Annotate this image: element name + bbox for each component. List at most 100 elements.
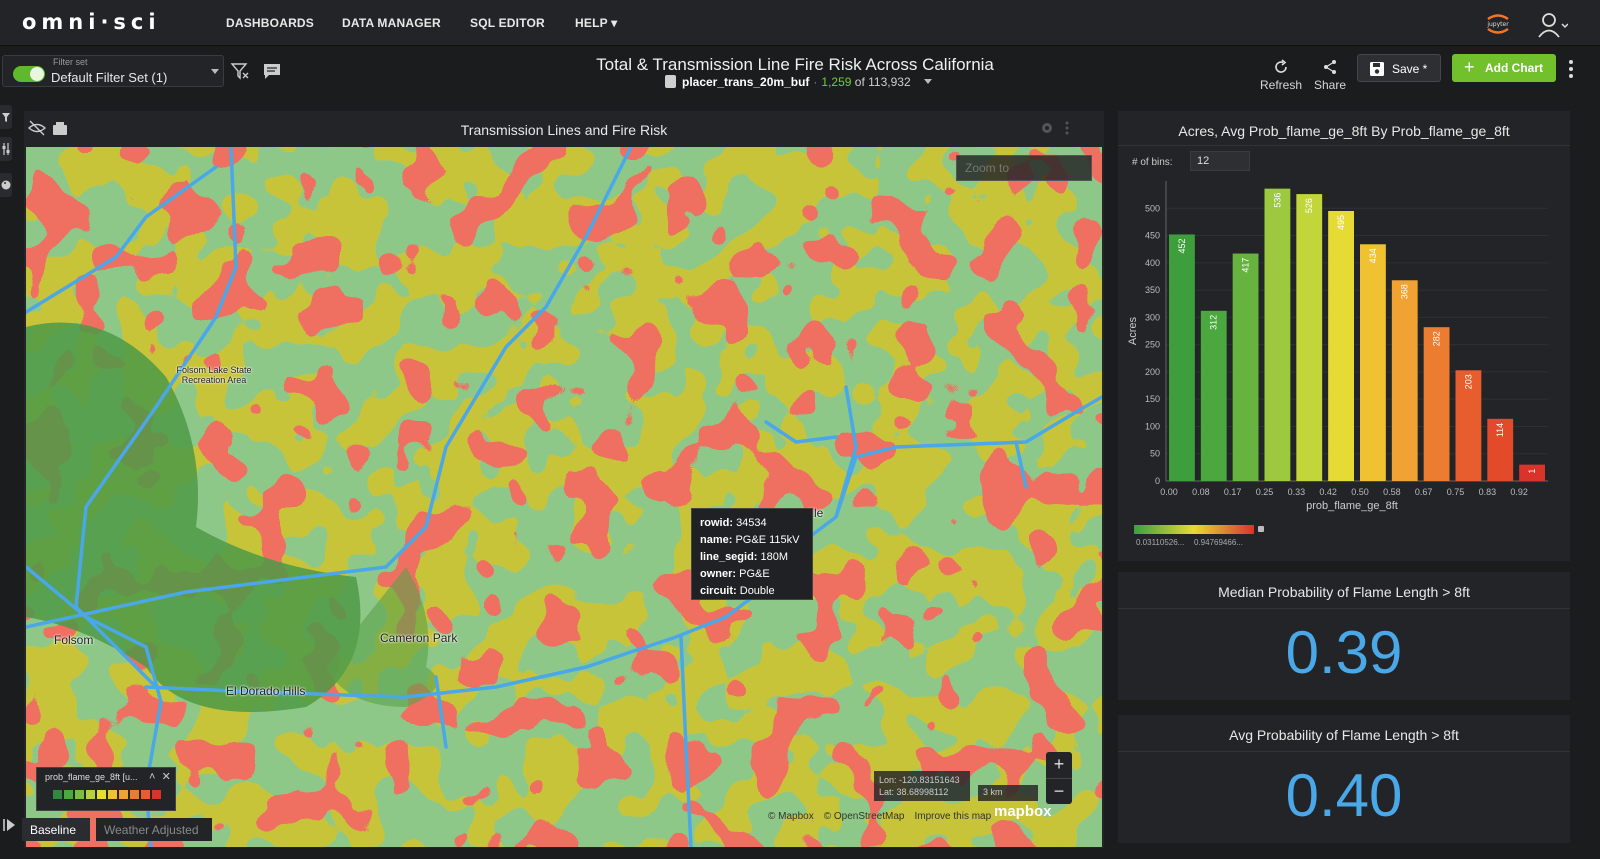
histogram-bar[interactable] <box>1360 244 1386 481</box>
refresh-label: Refresh <box>1260 78 1303 92</box>
tooltip-row-segid: line_segid: 180M <box>700 551 789 563</box>
x-tick-label: 0.17 <box>1224 487 1242 497</box>
tooltip-row-owner: owner: PG&E <box>700 568 770 580</box>
bar-value-label: 368 <box>1400 284 1410 299</box>
omnisci-logo[interactable]: omni·sci <box>22 10 161 34</box>
legend-swatch <box>152 790 161 799</box>
database-icon <box>665 75 676 88</box>
histogram-bar[interactable] <box>1264 188 1291 482</box>
filter-set-toggle[interactable] <box>13 66 45 82</box>
dashboard-title[interactable]: Total & Transmission Line Fire Risk Acro… <box>520 55 1070 75</box>
source-table: placer_trans_20m_buf <box>682 75 810 89</box>
map-legend[interactable]: prob_flame_ge_8ft [u... ˄ ✕ <box>36 767 176 811</box>
save-label: Save * <box>1392 62 1428 76</box>
kpi-median-card: Median Probability of Flame Length > 8ft… <box>1118 572 1570 700</box>
legend-swatch <box>141 790 150 799</box>
refresh-button[interactable]: Refresh <box>1260 59 1302 92</box>
legend-title: prob_flame_ge_8ft [u... <box>45 772 138 782</box>
legend-controls: ˄ ✕ <box>149 770 171 783</box>
top-nav: omni·sci DASHBOARDS DATA MANAGER SQL EDI… <box>0 0 1600 46</box>
more-options-icon[interactable] <box>1064 121 1070 135</box>
floppy-disk-icon <box>1370 62 1384 76</box>
x-tick-label: 0.33 <box>1288 487 1306 497</box>
histogram-bar[interactable] <box>1423 327 1450 481</box>
histogram-bar[interactable] <box>1296 194 1323 481</box>
map-attribution: © Mapbox © OpenStreetMap Improve this map <box>768 811 1001 822</box>
annotation-icon[interactable] <box>262 61 282 81</box>
nav-help-label: HELP <box>575 16 608 30</box>
histogram-bar[interactable] <box>1169 234 1195 481</box>
filter-set-value: Default Filter Set (1) <box>51 70 168 85</box>
save-button[interactable]: Save * <box>1357 54 1441 82</box>
attribution-osm[interactable]: © OpenStreetMap <box>824 811 905 822</box>
legend-swatch <box>130 790 139 799</box>
crossfilter-panel-tab[interactable] <box>0 137 12 161</box>
longitude: Lon: -120.83151643 <box>879 775 960 785</box>
close-icon[interactable]: ✕ <box>162 771 171 783</box>
histogram-bar[interactable] <box>1232 253 1259 481</box>
share-button[interactable]: Share <box>1314 59 1346 92</box>
x-tick-label: 0.58 <box>1383 487 1401 497</box>
nav-help[interactable]: HELP ▾ <box>575 16 617 30</box>
bar-value-label: 417 <box>1241 258 1251 273</box>
left-sidebar <box>0 103 14 859</box>
y-tick-label: 250 <box>1145 340 1160 350</box>
funnel-icon <box>2 113 10 122</box>
nav-data-manager[interactable]: DATA MANAGER <box>342 16 441 30</box>
histogram-plot[interactable]: 0 50 100 150 200 250 300 350 400 450 500 452 0.00 312… <box>1118 171 1570 561</box>
add-chart-button[interactable]: + Add Chart <box>1452 54 1556 82</box>
color-legend-bar[interactable] <box>1134 525 1254 534</box>
x-tick-label: 0.25 <box>1256 487 1274 497</box>
histogram-bar[interactable] <box>1200 310 1227 481</box>
histogram-title: Acres, Avg Prob_flame_ge_8ft By Prob_fla… <box>1178 123 1510 139</box>
bar-value-label: 495 <box>1336 215 1346 230</box>
zoom-out-button[interactable]: − <box>1046 778 1072 804</box>
map-chart-card: Transmission Lines and Fire Risk Folsom … <box>24 111 1104 848</box>
collapse-panel-icon[interactable] <box>3 818 17 832</box>
improve-map-link[interactable]: Improve this map <box>914 811 991 822</box>
chevron-up-icon[interactable]: ˄ <box>149 771 155 783</box>
y-tick-label: 50 <box>1150 449 1160 459</box>
tooltip-row-rowid: rowid: 34534 <box>700 517 767 529</box>
gear-icon[interactable] <box>1040 121 1054 135</box>
bar-value-label: 114 <box>1495 423 1505 437</box>
legend-swatch <box>97 790 106 799</box>
histogram-bar[interactable] <box>1391 280 1418 481</box>
clear-filter-icon[interactable] <box>230 61 250 81</box>
y-tick-label: 300 <box>1145 312 1160 322</box>
user-icon[interactable] <box>1538 12 1568 38</box>
kpi-average-card: Avg Probability of Flame Length > 8ft 0.… <box>1118 715 1570 843</box>
attribution-mapbox[interactable]: © Mapbox <box>768 811 814 822</box>
tab-baseline[interactable]: Baseline <box>22 818 90 841</box>
nav-dashboards[interactable]: DASHBOARDS <box>226 16 314 30</box>
tab-weather-adjusted[interactable]: Weather Adjusted <box>96 818 212 841</box>
zoom-to-input[interactable] <box>956 155 1092 181</box>
bar-value-label: 282 <box>1432 331 1442 346</box>
histogram-bar[interactable] <box>1328 211 1354 481</box>
place-label-folsom-lake: Folsom Lake State Recreation Area <box>176 365 252 385</box>
chevron-down-icon: ▾ <box>611 16 618 30</box>
bins-input[interactable] <box>1190 151 1250 171</box>
palette-icon <box>1 180 11 190</box>
zoom-in-button[interactable]: + <box>1046 752 1072 778</box>
jupyter-icon[interactable]: jupyter <box>1484 10 1512 38</box>
nav-sql-editor[interactable]: SQL EDITOR <box>470 16 545 30</box>
map-title: Transmission Lines and Fire Risk <box>460 122 668 138</box>
filter-panel-tab[interactable] <box>0 105 12 129</box>
fire-risk-map[interactable]: Folsom Lake State Recreation Area Folsom… <box>26 147 1102 847</box>
x-axis-label: prob_flame_ge_8ft <box>1306 500 1398 512</box>
x-tick-label: 0.75 <box>1447 487 1465 497</box>
data-source-line[interactable]: placer_trans_20m_buf · 1,259 of 113,932 <box>665 75 932 89</box>
refresh-icon <box>1275 59 1287 73</box>
sliders-icon <box>2 143 10 155</box>
chevron-down-icon[interactable] <box>923 79 932 84</box>
legend-swatch <box>53 790 62 799</box>
lock-icon[interactable] <box>1258 526 1264 532</box>
legend-swatch <box>75 790 84 799</box>
filter-set-selector[interactable]: Filter set Default Filter Set (1) <box>2 55 224 87</box>
x-tick-label: 0.83 <box>1479 487 1497 497</box>
more-options-icon[interactable] <box>1568 58 1574 80</box>
bins-label: # of bins: <box>1132 157 1173 168</box>
theme-panel-tab[interactable] <box>0 173 12 197</box>
bar-value-label: 203 <box>1463 374 1473 389</box>
